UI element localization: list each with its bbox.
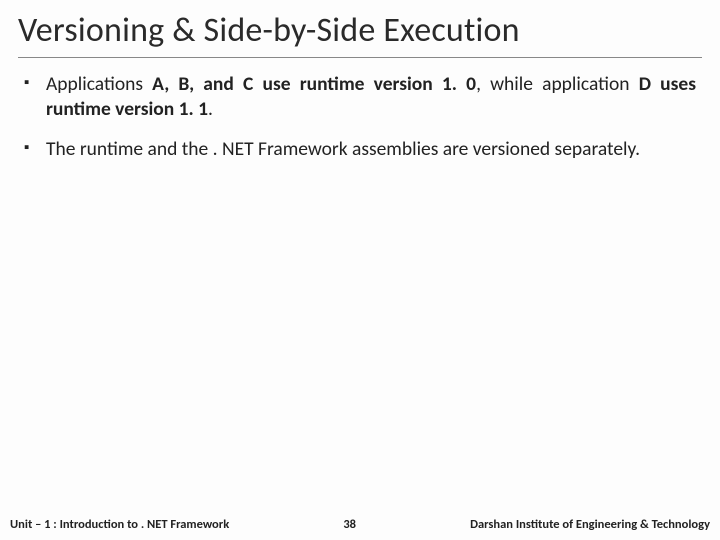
bullet-1-text-post: . — [208, 97, 213, 121]
slide-footer: Unit – 1 : Introduction to . NET Framewo… — [0, 514, 720, 540]
bullet-1-text-mid: , while application — [476, 72, 639, 96]
footer-page-number: 38 — [229, 517, 470, 532]
bullet-2: The runtime and the . NET Framework asse… — [24, 137, 696, 162]
slide: Versioning & Side-by-Side Execution Appl… — [0, 0, 720, 540]
bullet-1-strong-1: A, B, and C use runtime version 1. 0 — [152, 72, 476, 96]
bullet-list: Applications A, B, and C use runtime ver… — [18, 72, 702, 162]
slide-title: Versioning & Side-by-Side Execution — [18, 10, 702, 58]
footer-institute: Darshan Institute of Engineering & Techn… — [470, 517, 710, 532]
bullet-1: Applications A, B, and C use runtime ver… — [24, 72, 696, 123]
footer-unit: Unit – 1 : Introduction to . NET Framewo… — [10, 517, 229, 532]
bullet-1-text-pre: Applications — [46, 72, 152, 96]
